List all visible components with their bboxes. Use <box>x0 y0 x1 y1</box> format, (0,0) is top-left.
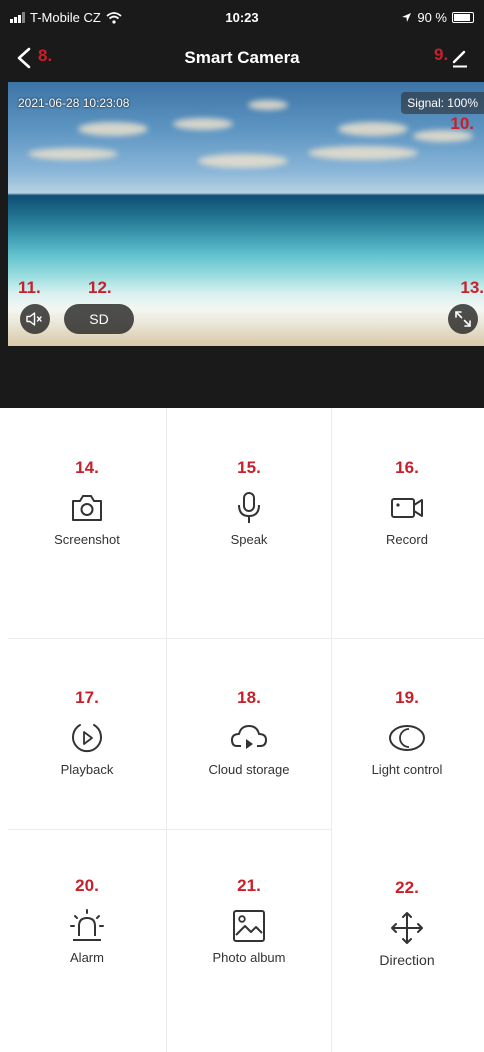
photo-album-marker: 21. <box>237 876 261 895</box>
alarm-button[interactable]: 20. Alarm <box>8 876 166 965</box>
alarm-marker: 20. <box>75 876 99 895</box>
image-icon <box>233 910 265 942</box>
top-panel: T-Mobile CZ 10:23 90 % 8. Smart Camera 9… <box>0 0 484 408</box>
cloud-play-icon <box>231 725 267 749</box>
record-button[interactable]: 16. Record <box>328 458 484 547</box>
direction-marker: 22. <box>395 878 419 897</box>
quality-sd-button[interactable]: SD <box>64 304 134 334</box>
siren-icon <box>70 909 104 941</box>
grid-divider <box>8 829 331 830</box>
photo-album-label: Photo album <box>212 950 286 965</box>
fullscreen-icon <box>455 311 471 327</box>
screenshot-marker: 14. <box>75 458 99 477</box>
speaker-muted-icon <box>26 312 42 326</box>
battery-percent: 90 % <box>417 10 447 25</box>
cloud-storage-label: Cloud storage <box>208 762 290 777</box>
signal-strength-badge: Signal: 100% <box>401 92 484 114</box>
function-grid: 14. Screenshot 15. Speak 16. Record 17. … <box>8 408 484 1052</box>
location-arrow-icon <box>402 13 412 22</box>
direction-label: Direction <box>379 952 435 968</box>
cloud <box>308 146 418 160</box>
status-right: 90 % <box>401 10 474 25</box>
grid-divider <box>8 638 484 639</box>
cloud-storage-marker: 18. <box>237 688 261 707</box>
cloud <box>78 122 148 136</box>
cloud <box>173 118 233 130</box>
move-arrows-icon <box>391 912 423 944</box>
cloud <box>198 154 288 168</box>
cloud-storage-button[interactable]: 18. Cloud storage <box>170 688 328 777</box>
playback-marker: 17. <box>75 688 99 707</box>
playback-icon <box>72 724 102 753</box>
nav-bar: 8. Smart Camera 9. <box>0 36 484 80</box>
record-marker: 16. <box>395 458 419 477</box>
screenshot-button[interactable]: 14. Screenshot <box>8 458 166 547</box>
page-title: Smart Camera <box>184 48 300 67</box>
signal-marker: 10. <box>450 114 474 133</box>
edit-marker: 9. <box>434 45 449 64</box>
battery-icon <box>452 12 474 23</box>
status-bar: T-Mobile CZ 10:23 90 % <box>0 0 484 36</box>
photo-album-button[interactable]: 21. Photo album <box>170 876 328 965</box>
cloud <box>248 100 288 110</box>
quality-marker: 12. <box>88 278 112 297</box>
speak-marker: 15. <box>237 458 261 477</box>
screenshot-label: Screenshot <box>54 532 120 547</box>
playback-label: Playback <box>60 762 114 777</box>
alarm-label: Alarm <box>70 950 104 965</box>
light-control-button[interactable]: 19. Light control <box>328 688 484 777</box>
cloud <box>338 122 408 136</box>
mute-marker: 11. <box>18 278 41 297</box>
video-icon <box>391 498 423 518</box>
mute-button[interactable] <box>20 304 50 334</box>
light-control-marker: 19. <box>395 688 419 707</box>
grid-divider <box>166 408 167 1052</box>
microphone-icon <box>238 492 260 523</box>
camera-timestamp: 2021-06-28 10:23:08 <box>18 96 130 110</box>
moon-icon <box>389 725 425 751</box>
fullscreen-button[interactable] <box>448 304 478 334</box>
cloud <box>28 148 118 160</box>
record-label: Record <box>386 532 428 547</box>
direction-button[interactable]: 22. Direction <box>328 878 484 968</box>
fullscreen-marker: 13. <box>460 278 484 297</box>
camera-icon <box>72 495 102 521</box>
playback-button[interactable]: 17. Playback <box>8 688 166 777</box>
speak-button[interactable]: 15. Speak <box>170 458 328 547</box>
camera-live-view[interactable]: 2021-06-28 10:23:08 Signal: 100% 10. 11.… <box>8 82 484 346</box>
edit-pencil-icon[interactable] <box>450 47 470 69</box>
light-control-label: Light control <box>371 762 443 777</box>
speak-label: Speak <box>230 532 268 547</box>
